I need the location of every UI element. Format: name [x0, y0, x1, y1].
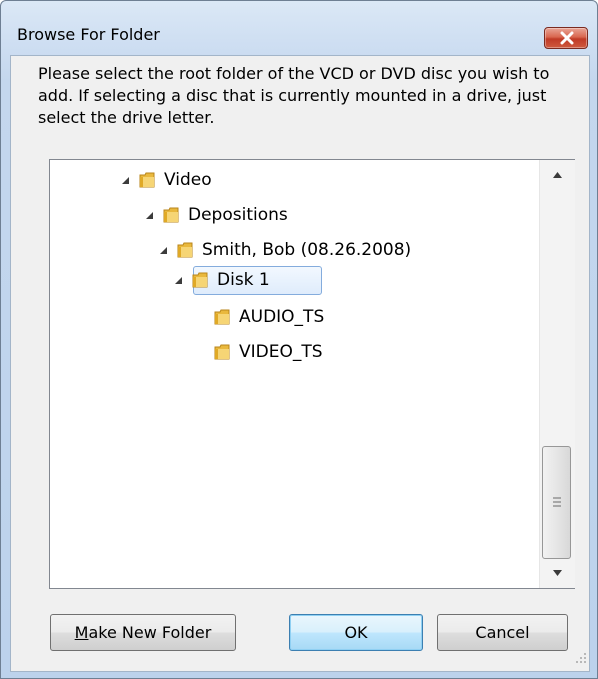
tree-item-video-ts[interactable]: VIDEO_TS [213, 339, 323, 365]
folder-tree[interactable] [49, 159, 575, 589]
mnemonic-letter: M [74, 623, 89, 642]
tree-item-label: Video [164, 170, 212, 190]
ok-button[interactable]: OK [289, 614, 423, 651]
folder-icon [192, 272, 208, 288]
expanded-arrow-icon[interactable] [120, 175, 130, 185]
make-new-folder-button[interactable]: Make New Folder [50, 614, 236, 651]
scroll-down-icon[interactable] [540, 558, 575, 588]
folder-icon [214, 309, 230, 325]
folder-icon [214, 344, 230, 360]
window-title: Browse For Folder [17, 25, 160, 44]
tree-item-label: Smith, Bob (08.26.2008) [202, 240, 412, 260]
tree-item-label: Depositions [188, 205, 288, 225]
tree-item-disk-1[interactable]: Disk 1 [173, 267, 270, 293]
folder-icon [139, 172, 155, 188]
make-new-folder-label: ake New Folder [88, 623, 212, 642]
close-button[interactable] [544, 27, 588, 49]
cancel-label: Cancel [475, 623, 530, 642]
scroll-up-icon[interactable] [540, 160, 575, 190]
scrollbar-thumb[interactable] [542, 446, 571, 559]
folder-icon [177, 242, 193, 258]
expanded-arrow-icon[interactable] [173, 275, 183, 285]
tree-item-video[interactable]: Video [120, 167, 212, 193]
scroll-grip-icon [553, 497, 561, 507]
ok-label: OK [344, 623, 368, 642]
close-icon [560, 31, 574, 45]
expanded-arrow-icon[interactable] [144, 210, 154, 220]
resize-grip-icon[interactable] [574, 651, 588, 665]
tree-item-label: Disk 1 [217, 270, 270, 290]
vertical-scrollbar[interactable] [539, 160, 575, 588]
tree-item-smith-bob[interactable]: Smith, Bob (08.26.2008) [158, 237, 411, 263]
cancel-button[interactable]: Cancel [437, 614, 568, 651]
title-bar[interactable]: Browse For Folder [1, 1, 597, 55]
instruction-text: Please select the root folder of the VCD… [38, 64, 550, 127]
tree-item-label: AUDIO_TS [239, 307, 325, 327]
tree-item-depositions[interactable]: Depositions [144, 202, 288, 228]
folder-icon [163, 207, 179, 223]
tree-item-label: VIDEO_TS [239, 342, 323, 362]
expanded-arrow-icon[interactable] [158, 245, 168, 255]
tree-item-audio-ts[interactable]: AUDIO_TS [213, 304, 324, 330]
